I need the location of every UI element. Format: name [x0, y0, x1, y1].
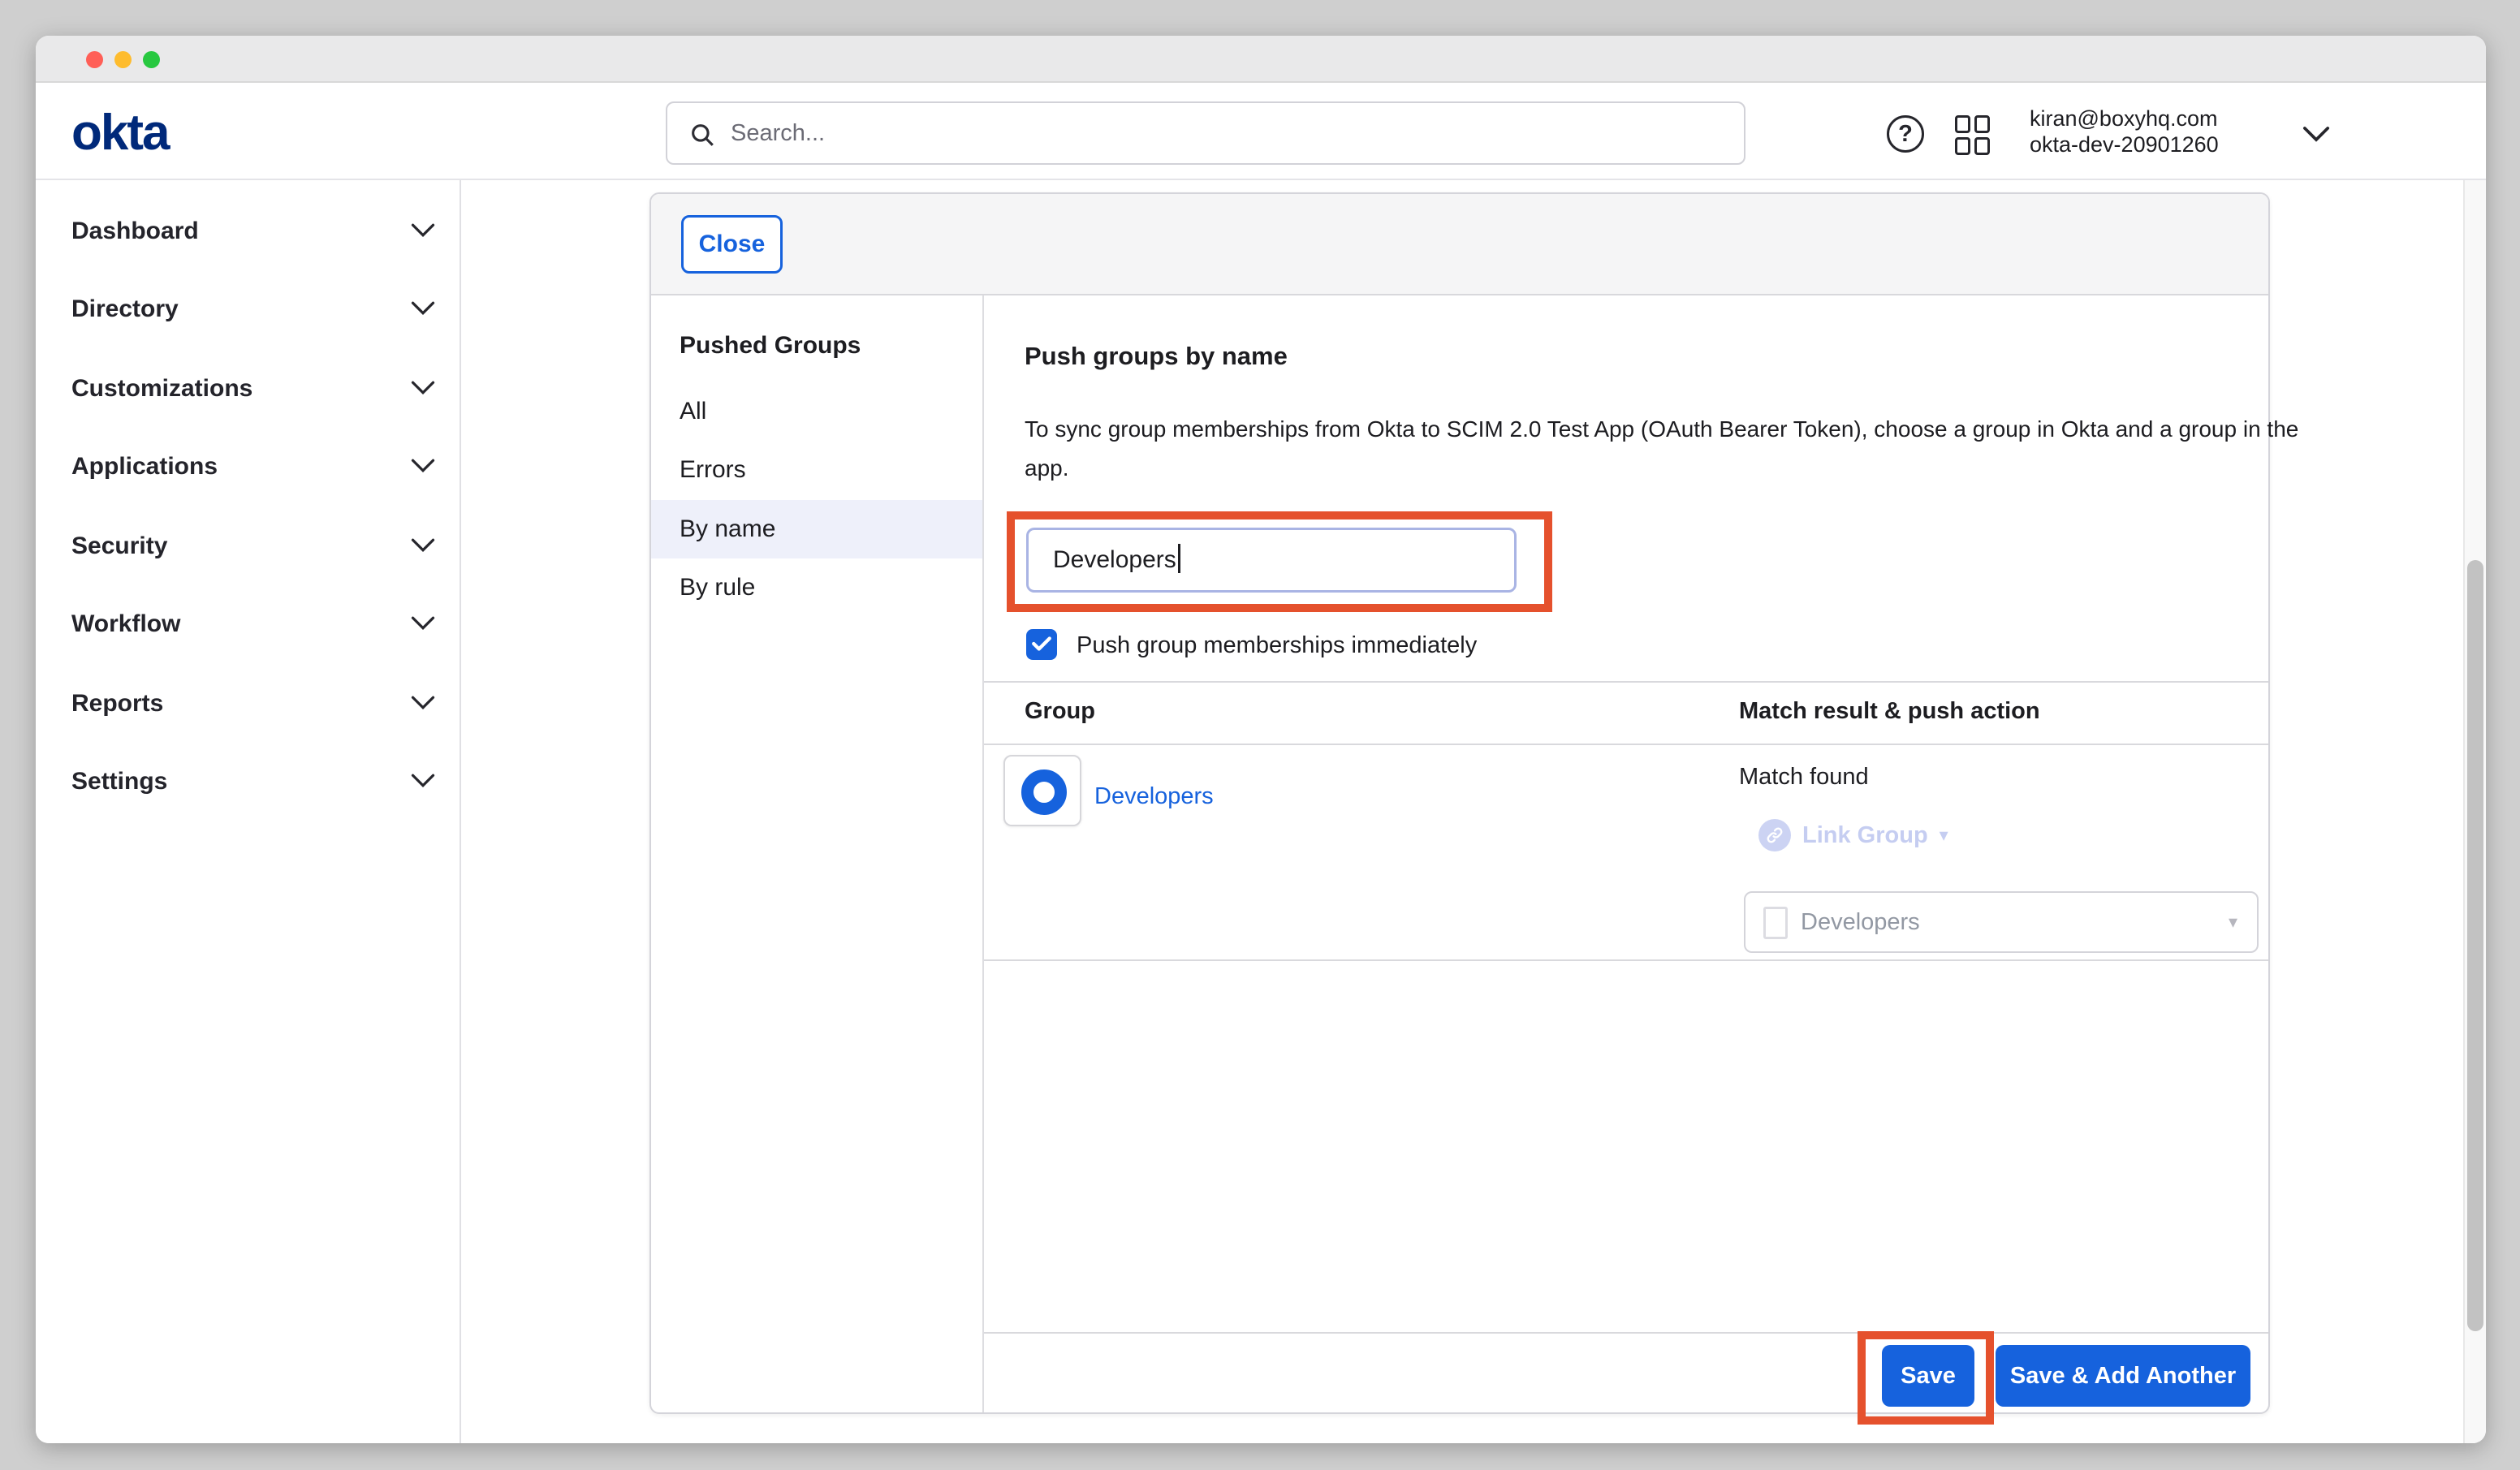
sidebar-item-directory[interactable]: Directory — [36, 281, 460, 339]
match-result-text: Match found — [1739, 764, 1869, 791]
account-org: okta-dev-20901260 — [2030, 131, 2273, 157]
group-name-input[interactable]: Developers — [1026, 528, 1517, 593]
table-header-border — [984, 744, 2268, 745]
global-search — [666, 101, 1745, 165]
group-avatar-donut-icon — [1021, 769, 1067, 815]
table-top-border — [984, 681, 2268, 683]
dialog-description: To sync group memberships from Okta to S… — [1025, 410, 2307, 488]
sidebar-item-applications[interactable]: Applications — [36, 438, 460, 497]
app-header: okta ? kiran@boxyhq.com okta-dev-2090126… — [36, 83, 2486, 180]
app-group-select-value: Developers — [1801, 893, 1920, 951]
sidebar-item-workflow[interactable]: Workflow — [36, 596, 460, 654]
pushed-groups-nav: Pushed Groups All Errors By name By rule — [651, 295, 984, 1412]
push-immediately-checkbox[interactable] — [1026, 629, 1057, 660]
sidebar-item-customizations[interactable]: Customizations — [36, 360, 460, 419]
table-row-border — [984, 959, 2268, 961]
nav-item-errors[interactable]: Errors — [651, 441, 982, 499]
save-add-another-button[interactable]: Save & Add Another — [1996, 1345, 2250, 1407]
text-cursor — [1178, 544, 1180, 573]
sidebar-item-label: Security — [71, 532, 167, 560]
nav-item-by-name[interactable]: By name — [651, 500, 982, 558]
chevron-down-icon — [2302, 125, 2330, 143]
caret-down-icon: ▾ — [2229, 893, 2237, 951]
group-link[interactable]: Developers — [1094, 783, 1214, 810]
chevron-down-icon — [411, 300, 435, 316]
apps-grid-icon[interactable] — [1955, 115, 1994, 154]
close-button[interactable]: Close — [681, 215, 783, 274]
sidebar-item-security[interactable]: Security — [36, 518, 460, 576]
desktop-background: okta ? kiran@boxyhq.com okta-dev-2090126… — [0, 0, 2520, 1470]
sidebar-divider — [460, 180, 461, 1443]
dialog-toolbar: Close — [651, 194, 2268, 295]
scrollbar-track[interactable] — [2463, 180, 2486, 1443]
help-icon[interactable]: ? — [1887, 115, 1924, 153]
scrollbar-thumb[interactable] — [2467, 560, 2483, 1331]
group-icon — [1003, 755, 1081, 826]
chevron-down-icon — [411, 380, 435, 395]
window-titlebar — [36, 36, 2486, 83]
sidebar-item-label: Settings — [71, 768, 167, 795]
save-button[interactable]: Save — [1882, 1345, 1974, 1407]
group-placeholder-icon — [1763, 907, 1788, 939]
sidebar-item-label: Reports — [71, 690, 163, 718]
chevron-down-icon — [411, 458, 435, 473]
sidebar-item-label: Customizations — [71, 375, 252, 403]
search-input[interactable] — [731, 105, 1729, 162]
sidebar-item-dashboard[interactable]: Dashboard — [36, 203, 460, 261]
window-zoom-button[interactable] — [143, 51, 160, 68]
chevron-down-icon — [411, 537, 435, 553]
link-group-label: Link Group — [1802, 822, 1928, 849]
sidebar-item-settings[interactable]: Settings — [36, 753, 460, 812]
browser-window: okta ? kiran@boxyhq.com okta-dev-2090126… — [36, 36, 2486, 1443]
chain-link-icon — [1758, 819, 1791, 851]
sidebar-item-reports[interactable]: Reports — [36, 675, 460, 734]
grid-square — [1955, 137, 1970, 155]
checkmark-icon — [1031, 635, 1052, 653]
column-header-match-result: Match result & push action — [1739, 698, 2040, 725]
sidebar-item-label: Dashboard — [71, 218, 199, 245]
chevron-down-icon — [411, 695, 435, 710]
sidebar-item-label: Workflow — [71, 610, 180, 638]
column-header-group: Group — [1025, 698, 1095, 725]
dialog-heading: Push groups by name — [1025, 342, 1288, 371]
sidebar-nav: Dashboard Directory Customizations Appli… — [36, 180, 460, 1443]
window-minimize-button[interactable] — [114, 51, 132, 68]
nav-item-by-rule[interactable]: By rule — [651, 558, 982, 617]
footer-divider — [984, 1332, 2268, 1334]
chevron-down-icon — [411, 222, 435, 238]
okta-logo: okta — [71, 104, 168, 162]
sidebar-item-label: Applications — [71, 453, 218, 481]
app-group-select[interactable]: Developers ▾ — [1744, 891, 2259, 953]
grid-square — [1955, 115, 1970, 133]
account-menu[interactable]: kiran@boxyhq.com okta-dev-20901260 — [2030, 106, 2273, 157]
caret-down-icon: ▾ — [1940, 825, 1948, 846]
nav-item-all[interactable]: All — [651, 382, 982, 441]
sidebar-item-label: Directory — [71, 295, 179, 323]
pushed-groups-title: Pushed Groups — [680, 332, 861, 360]
push-immediately-label: Push group memberships immediately — [1077, 632, 1477, 659]
chevron-down-icon — [411, 773, 435, 788]
link-group-button[interactable]: Link Group ▾ — [1758, 819, 1948, 851]
chevron-down-icon — [411, 615, 435, 631]
window-close-button[interactable] — [86, 51, 103, 68]
push-groups-dialog: Close Pushed Groups All Errors By name B… — [649, 192, 2270, 1414]
account-email: kiran@boxyhq.com — [2030, 106, 2273, 131]
grid-square — [1974, 115, 1990, 133]
grid-square — [1974, 137, 1990, 155]
search-icon — [688, 121, 716, 149]
group-name-input-value: Developers — [1053, 546, 1176, 573]
